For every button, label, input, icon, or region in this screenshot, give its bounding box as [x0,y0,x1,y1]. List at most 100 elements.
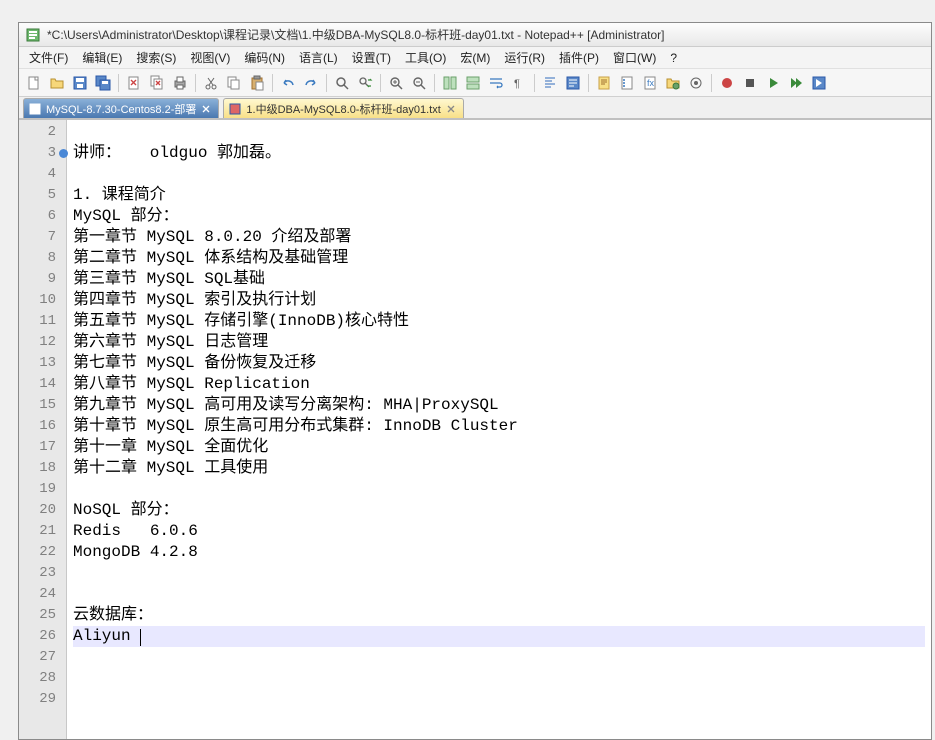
line-number: 19 [19,479,66,500]
code-line[interactable] [73,122,925,143]
code-line[interactable]: 第五章节 MySQL 存储引擎(InnoDB)核心特性 [73,311,925,332]
stop-macro-button[interactable] [739,72,761,94]
wordwrap-button[interactable] [485,72,507,94]
code-line[interactable]: 第六章节 MySQL 日志管理 [73,332,925,353]
line-number: 27 [19,647,66,668]
file-icon [228,102,242,116]
folder-workspace-button[interactable] [662,72,684,94]
code-line[interactable]: 第一章节 MySQL 8.0.20 介绍及部署 [73,227,925,248]
code-line[interactable] [73,647,925,668]
monitoring-button[interactable] [685,72,707,94]
redo-button[interactable] [300,72,322,94]
line-number: 11 [19,311,66,332]
play-multi-button[interactable] [785,72,807,94]
menu-item[interactable]: 搜索(S) [130,47,182,68]
close-all-button[interactable] [146,72,168,94]
menu-item[interactable]: 插件(P) [553,47,605,68]
toolbar-separator [118,74,119,92]
print-button[interactable] [169,72,191,94]
tab-label: 1.中级DBA-MySQL8.0-标杆班-day01.txt [246,101,440,117]
copy-button[interactable] [223,72,245,94]
code-line[interactable]: NoSQL 部分： [73,500,925,521]
cut-button[interactable] [200,72,222,94]
tab-close-button[interactable] [200,103,212,115]
doc-map-button[interactable] [593,72,615,94]
code-line[interactable]: 1. 课程简介 [73,185,925,206]
editor-area[interactable]: 讲师： oldguo 郭加磊。 1. 课程简介MySQL 部分：第一章节 MySQ… [67,120,931,739]
code-line[interactable]: MySQL 部分： [73,206,925,227]
code-line[interactable] [73,164,925,185]
line-number: 14 [19,374,66,395]
menu-item[interactable]: 工具(O) [399,47,452,68]
tab-label: MySQL-8.7.30-Centos8.2-部署 [46,101,196,117]
line-number: 15 [19,395,66,416]
line-number: 20 [19,500,66,521]
toolbar-separator [711,74,712,92]
code-line[interactable]: 第十章节 MySQL 原生高可用分布式集群: InnoDB Cluster [73,416,925,437]
save-macro-button[interactable] [808,72,830,94]
function-list-button[interactable]: fx [639,72,661,94]
code-line[interactable]: Aliyun [73,626,925,647]
sync-hscroll-button[interactable] [462,72,484,94]
zoom-in-button[interactable] [385,72,407,94]
replace-button[interactable] [354,72,376,94]
open-file-button[interactable] [46,72,68,94]
paste-button[interactable] [246,72,268,94]
code-line[interactable]: 云数据库： [73,605,925,626]
file-tab[interactable]: MySQL-8.7.30-Centos8.2-部署 [23,98,219,118]
toolbar: ¶ fx [19,69,931,97]
record-macro-button[interactable] [716,72,738,94]
titlebar: *C:\Users\Administrator\Desktop\课程记录\文档\… [19,23,931,47]
editor-container: 2345678910111213141516171819202122232425… [19,119,931,739]
code-line[interactable]: MongoDB 4.2.8 [73,542,925,563]
line-number: 5 [19,185,66,206]
menu-item[interactable]: 编码(N) [238,47,291,68]
line-number: 24 [19,584,66,605]
code-line[interactable] [73,584,925,605]
menu-item[interactable]: 设置(T) [346,47,397,68]
menu-item[interactable]: 视图(V) [184,47,236,68]
code-line[interactable]: 第九章节 MySQL 高可用及读写分离架构: MHA|ProxySQL [73,395,925,416]
code-line[interactable]: 第三章节 MySQL SQL基础 [73,269,925,290]
find-button[interactable] [331,72,353,94]
new-file-button[interactable] [23,72,45,94]
line-number: 9 [19,269,66,290]
code-line[interactable] [73,689,925,710]
code-line[interactable]: 讲师： oldguo 郭加磊。 [73,143,925,164]
toolbar-separator [380,74,381,92]
code-line[interactable]: 第七章节 MySQL 备份恢复及迁移 [73,353,925,374]
play-macro-button[interactable] [762,72,784,94]
menu-item[interactable]: 语言(L) [293,47,344,68]
text-cursor [140,629,141,646]
tab-close-button[interactable] [445,103,457,115]
code-line[interactable]: Redis 6.0.6 [73,521,925,542]
udl-button[interactable] [562,72,584,94]
close-button[interactable] [123,72,145,94]
code-line[interactable] [73,668,925,689]
code-line[interactable] [73,563,925,584]
sync-vscroll-button[interactable] [439,72,461,94]
menu-item[interactable]: ? [664,49,683,67]
menu-item[interactable]: 运行(R) [498,47,551,68]
menu-item[interactable]: 宏(M) [454,47,496,68]
code-line[interactable]: 第八章节 MySQL Replication [73,374,925,395]
line-number: 2 [19,122,66,143]
show-all-chars-button[interactable]: ¶ [508,72,530,94]
undo-button[interactable] [277,72,299,94]
code-line[interactable] [73,479,925,500]
save-button[interactable] [69,72,91,94]
code-line[interactable]: 第四章节 MySQL 索引及执行计划 [73,290,925,311]
svg-text:¶: ¶ [514,78,520,90]
menu-item[interactable]: 编辑(E) [76,47,128,68]
zoom-out-button[interactable] [408,72,430,94]
code-line[interactable]: 第十二章 MySQL 工具使用 [73,458,925,479]
save-all-button[interactable] [92,72,114,94]
menu-item[interactable]: 窗口(W) [607,47,662,68]
file-tab[interactable]: 1.中级DBA-MySQL8.0-标杆班-day01.txt [223,98,463,118]
menu-item[interactable]: 文件(F) [23,47,74,68]
code-line[interactable]: 第十一章 MySQL 全面优化 [73,437,925,458]
doc-list-button[interactable] [616,72,638,94]
code-line[interactable]: 第二章节 MySQL 体系结构及基础管理 [73,248,925,269]
indent-guide-button[interactable] [539,72,561,94]
line-number: 25 [19,605,66,626]
